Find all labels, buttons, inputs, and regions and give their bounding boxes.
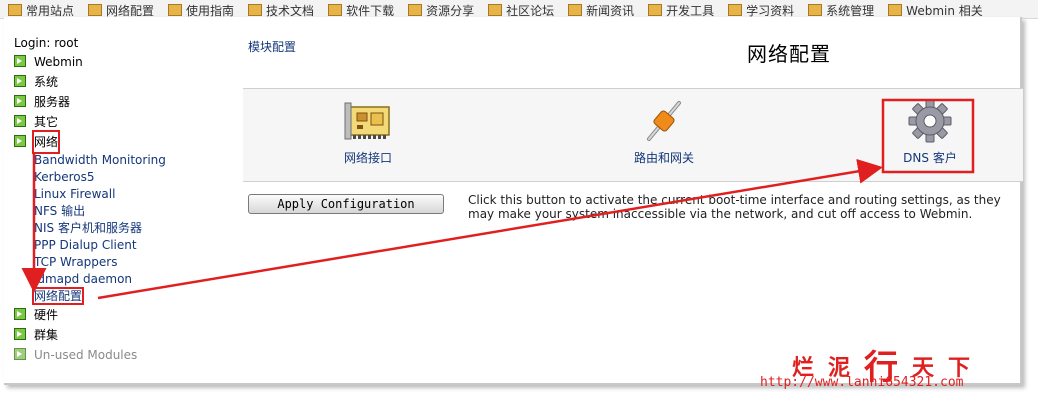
- tile-routing-gateways[interactable]: 路由和网关: [599, 99, 729, 166]
- sidebar-item-idmapd[interactable]: idmapd daemon: [34, 271, 234, 288]
- module-config-link[interactable]: 模块配置: [248, 38, 296, 55]
- networking-submenu: Bandwidth Monitoring Kerberos5 Linux Fir…: [14, 152, 234, 305]
- sidebar-item-nis[interactable]: NIS 客户机和服务器: [34, 220, 234, 237]
- sidebar-category-cluster[interactable]: 群集: [14, 325, 234, 345]
- expand-icon: [14, 115, 26, 127]
- webmin-sidebar: Login: root Webmin 系统 服务器 其它 网络 Bandwidt…: [14, 35, 234, 365]
- collapse-icon: [14, 135, 26, 147]
- expand-icon: [14, 348, 26, 360]
- sidebar-item-tcp-wrappers[interactable]: TCP Wrappers: [34, 254, 234, 271]
- sidebar-category-system[interactable]: 系统: [14, 72, 234, 92]
- network-card-icon: [344, 102, 390, 140]
- tile-routing-gateways-label: 路由和网关: [633, 151, 694, 165]
- folder-icon: [648, 4, 663, 16]
- sidebar-item-network-config[interactable]: 网络配置: [31, 287, 234, 305]
- apply-configuration-button[interactable]: Apply Configuration: [248, 194, 444, 214]
- folder-icon: [168, 4, 183, 16]
- sidebar-item-bandwidth-monitoring[interactable]: Bandwidth Monitoring: [34, 152, 234, 169]
- apply-description-line: may make your system inaccessible via th…: [468, 207, 973, 221]
- folder-icon: [728, 4, 743, 16]
- sidebar-category-others[interactable]: 其它: [14, 112, 234, 132]
- sidebar-item-ppp-dialup[interactable]: PPP Dialup Client: [34, 237, 234, 254]
- sidebar-item-linux-firewall[interactable]: Linux Firewall: [34, 186, 234, 203]
- gateway-icon: [647, 101, 681, 141]
- sidebar-item-nfs-exports[interactable]: NFS 输出: [34, 203, 234, 220]
- sidebar-category-unused-modules[interactable]: Un-used Modules: [14, 345, 234, 365]
- watermark-url: http://www.lanni654321.com: [760, 375, 964, 390]
- expand-icon: [14, 75, 26, 87]
- sidebar-category-networking[interactable]: 网络: [14, 130, 234, 154]
- sidebar-category-servers[interactable]: 服务器: [14, 92, 234, 112]
- sidebar-category-hardware[interactable]: 硬件: [14, 305, 234, 325]
- sidebar-category-webmin[interactable]: Webmin: [14, 52, 234, 72]
- folder-icon: [248, 4, 263, 16]
- folder-icon: [488, 4, 503, 16]
- expand-icon: [14, 328, 26, 340]
- module-icon-bar: 网络接口 路由和网关 DNS 客户: [243, 88, 1023, 182]
- expand-icon: [14, 308, 26, 320]
- watermark: 烂泥行天下 http://www.lanni654321.com: [760, 328, 1022, 390]
- folder-icon: [808, 4, 823, 16]
- apply-description: Click this button to activate the curren…: [468, 193, 1020, 221]
- folder-icon: [328, 4, 343, 16]
- folder-icon: [888, 4, 903, 16]
- folder-icon: [408, 4, 423, 16]
- tile-network-interfaces[interactable]: 网络接口: [303, 99, 433, 166]
- gear-icon: [908, 99, 952, 143]
- page-title: 网络配置: [747, 42, 831, 66]
- login-label: Login: root: [14, 36, 79, 50]
- expand-icon: [14, 95, 26, 107]
- folder-icon: [88, 4, 103, 16]
- tile-network-interfaces-label: 网络接口: [343, 151, 392, 165]
- network-config-label: 网络配置: [31, 287, 85, 305]
- expand-icon: [14, 55, 26, 67]
- apply-description-line: Click this button to activate the curren…: [468, 193, 1001, 207]
- tile-dns-client[interactable]: DNS 客户: [865, 99, 995, 166]
- folder-icon: [8, 4, 22, 16]
- sidebar-item-kerberos5[interactable]: Kerberos5: [34, 169, 234, 186]
- tile-dns-client-label: DNS 客户: [903, 151, 957, 165]
- folder-icon: [568, 4, 583, 16]
